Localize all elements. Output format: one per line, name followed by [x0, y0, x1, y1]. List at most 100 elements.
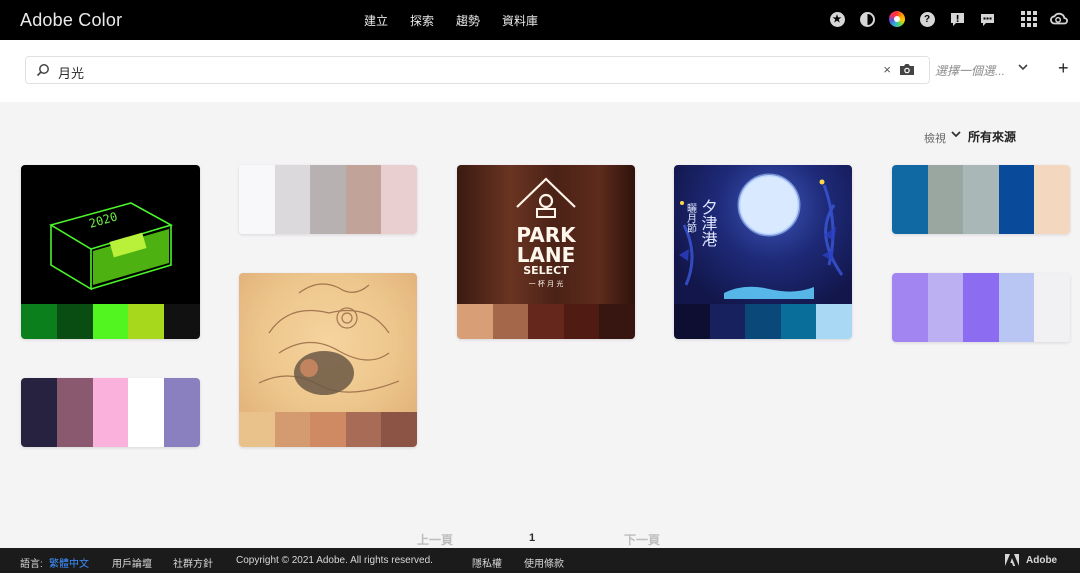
footer: 語言: 繁體中文 用戶論壇 社群方針 Copyright © 2021 Adob… [0, 548, 1080, 573]
chevron-down-icon[interactable] [1017, 62, 1029, 72]
terms-link[interactable]: 使用條款 [524, 555, 564, 570]
prev-page-button[interactable]: 上一頁 [417, 531, 453, 548]
swatch [998, 165, 1035, 234]
swatch [998, 273, 1035, 342]
camera-icon[interactable] [899, 63, 915, 76]
theme-card-7[interactable] [21, 378, 200, 447]
theme-card-6[interactable] [239, 273, 417, 447]
theme-card-3[interactable]: PARK LANE SELECT 一 杯 月 光 [457, 165, 635, 339]
search-row: 月光 × 選擇一個選... + [0, 40, 1080, 102]
view-chevron-icon[interactable] [950, 129, 962, 139]
swatch [345, 412, 382, 447]
swatch [56, 378, 93, 447]
theme-swatches [239, 165, 417, 234]
sign-line-3: SELECT [523, 264, 569, 277]
header-tools: ★ ? [816, 10, 1068, 28]
theme-card-8[interactable] [892, 273, 1070, 342]
theme-swatches [21, 378, 200, 447]
search-value[interactable]: 月光 [58, 63, 84, 82]
search-input[interactable]: 月光 × [25, 56, 930, 84]
source-select[interactable]: 選擇一個選... [935, 62, 1005, 79]
nav-create[interactable]: 建立 [364, 12, 388, 29]
swatch [492, 304, 529, 339]
nav-explore[interactable]: 探索 [410, 12, 434, 29]
swatch [1034, 273, 1070, 342]
next-page-button[interactable]: 下一頁 [624, 531, 660, 548]
swatch [381, 165, 417, 234]
theme-card-2[interactable] [239, 165, 417, 234]
swatch [128, 304, 165, 339]
clear-search-icon[interactable]: × [883, 62, 891, 77]
adobe-brand: Adobe [1026, 555, 1058, 566]
swatch [927, 165, 964, 234]
swatch [381, 412, 417, 447]
svg-text:2020: 2020 [87, 209, 119, 230]
main-nav: 建立 探索 趨勢 資料庫 [364, 12, 560, 29]
theme-card-4[interactable]: 夕津港 曬月節 [674, 165, 852, 339]
swatch [528, 304, 564, 339]
swatch [963, 273, 999, 342]
swatch [816, 304, 852, 339]
swatch [310, 165, 346, 234]
help-icon[interactable]: ? [918, 10, 936, 28]
swatch [599, 304, 635, 339]
color-wheel-icon[interactable] [888, 10, 906, 28]
swatch [674, 304, 710, 339]
theme-image: 2020 [21, 165, 200, 304]
current-page[interactable]: 1 [529, 532, 535, 544]
swatch [239, 412, 275, 447]
swatch [563, 304, 600, 339]
sign-line-4: 一 杯 月 光 [529, 279, 564, 288]
brand-title[interactable]: Adobe Color [20, 10, 122, 31]
creative-cloud-icon[interactable] [1050, 10, 1068, 28]
swatch [92, 378, 129, 447]
swatch [56, 304, 93, 339]
theme-swatches [674, 304, 852, 339]
top-bar: Adobe Color 建立 探索 趨勢 資料庫 ★ ? [0, 0, 1080, 40]
swatch [239, 165, 275, 234]
swatch [963, 165, 999, 234]
theme-swatches [892, 165, 1070, 234]
nav-library[interactable]: 資料庫 [502, 12, 538, 29]
contrast-icon[interactable] [858, 10, 876, 28]
alert-icon[interactable] [948, 10, 966, 28]
forum-link[interactable]: 用戶論壇 [112, 555, 152, 570]
guidelines-link[interactable]: 社群方針 [173, 555, 213, 570]
chat-icon[interactable] [978, 10, 996, 28]
nav-trends[interactable]: 趨勢 [456, 12, 480, 29]
copyright-text: Copyright © 2021 Adobe. All rights reser… [236, 555, 433, 566]
swatch [709, 304, 746, 339]
language-selector[interactable]: 繁體中文 [49, 555, 89, 570]
theme-card-5[interactable] [892, 165, 1070, 234]
search-icon [36, 64, 49, 77]
swatch [1034, 165, 1070, 234]
swatch [310, 412, 346, 447]
theme-card-1[interactable]: 2020 [21, 165, 200, 339]
swatch [21, 304, 57, 339]
swatch [164, 378, 200, 447]
view-label: 檢視 [924, 133, 946, 145]
swatch [92, 304, 129, 339]
swatch [274, 165, 311, 234]
swatch [892, 165, 928, 234]
theme-swatches [21, 304, 200, 339]
swatch [745, 304, 781, 339]
theme-image: 夕津港 曬月節 [674, 165, 852, 304]
theme-image [239, 273, 417, 412]
theme-swatches [239, 412, 417, 447]
theme-swatches [892, 273, 1070, 342]
theme-swatches [457, 304, 635, 339]
language-label: 語言: [20, 559, 43, 570]
swatch [345, 165, 382, 234]
swatch [274, 412, 311, 447]
theme-image: PARK LANE SELECT 一 杯 月 光 [457, 165, 635, 304]
apps-grid-icon[interactable] [1020, 10, 1038, 28]
star-icon[interactable]: ★ [828, 10, 846, 28]
privacy-link[interactable]: 隱私權 [472, 555, 502, 570]
add-button[interactable]: + [1058, 58, 1069, 79]
swatch [892, 273, 928, 342]
swatch [128, 378, 165, 447]
swatch [457, 304, 493, 339]
swatch [927, 273, 964, 342]
source-filter[interactable]: 所有來源 [968, 128, 1016, 145]
